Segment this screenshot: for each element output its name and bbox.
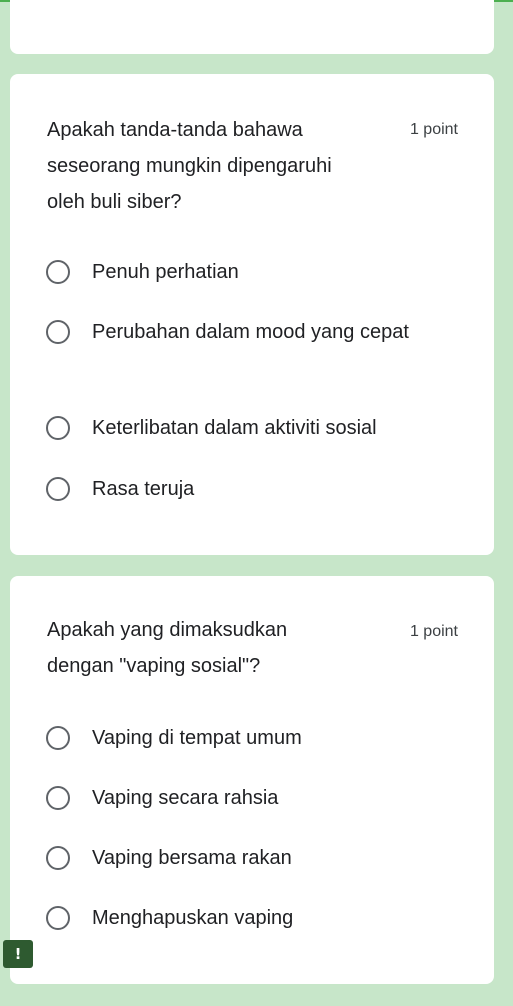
option-label: Vaping di tempat umum (92, 727, 302, 749)
radio-button[interactable] (46, 846, 70, 870)
question-title: Apakah tanda-tanda bahawa seseorang mung… (47, 119, 332, 213)
previous-question-card (10, 0, 494, 54)
question-points: 1 point (409, 623, 458, 640)
radio-option-perubahan-mood[interactable]: Perubahan dalam mood yang cepat (46, 314, 466, 350)
radio-option-rasa-teruja[interactable]: Rasa teruja (46, 471, 466, 507)
radio-button[interactable] (46, 726, 70, 750)
radio-option-vaping-bersama-rakan[interactable]: Vaping bersama rakan (46, 840, 466, 876)
radio-button[interactable] (46, 906, 70, 930)
radio-button[interactable] (46, 320, 70, 344)
option-label: Vaping bersama rakan (92, 847, 292, 869)
radio-button[interactable] (46, 416, 70, 440)
option-label: Menghapuskan vaping (92, 907, 294, 929)
exclamation-icon[interactable]: ! (3, 940, 33, 968)
radio-option-vaping-rahsia[interactable]: Vaping secara rahsia (46, 780, 466, 816)
radio-button[interactable] (46, 477, 70, 501)
question-card-vaping: Apakah yang dimaksudkan dengan "vaping s… (10, 576, 494, 984)
question-card-cyberbullying: Apakah tanda-tanda bahawa seseorang mung… (10, 74, 494, 555)
question-points: 1 point (409, 121, 458, 138)
radio-option-vaping-tempat-umum[interactable]: Vaping di tempat umum (46, 720, 466, 756)
option-label: Perubahan dalam mood yang cepat (92, 321, 409, 343)
radio-option-menghapuskan-vaping[interactable]: Menghapuskan vaping (46, 900, 466, 936)
radio-option-penuh-perhatian[interactable]: Penuh perhatian (46, 254, 466, 290)
question-title: Apakah yang dimaksudkan dengan "vaping s… (47, 619, 288, 677)
radio-button[interactable] (46, 786, 70, 810)
option-label: Rasa teruja (92, 478, 195, 500)
option-label: Keterlibatan dalam aktiviti sosial (92, 417, 377, 439)
option-label: Vaping secara rahsia (92, 787, 279, 809)
option-label: Penuh perhatian (92, 261, 239, 283)
radio-button[interactable] (46, 260, 70, 284)
radio-option-keterlibatan-sosial[interactable]: Keterlibatan dalam aktiviti sosial (46, 410, 466, 446)
